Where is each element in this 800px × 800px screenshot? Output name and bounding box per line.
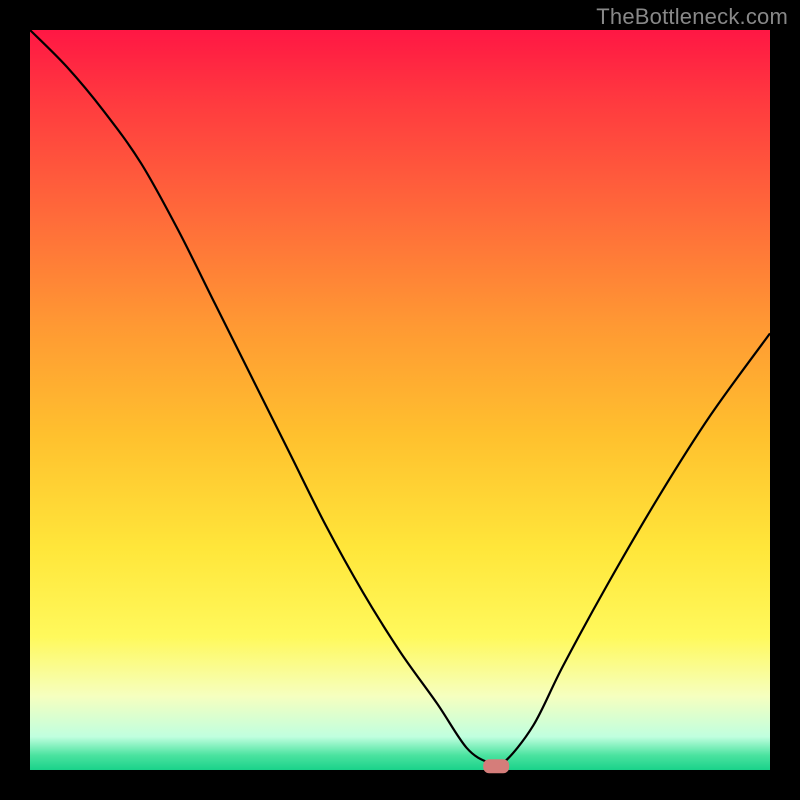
watermark-text: TheBottleneck.com	[596, 4, 788, 30]
plot-gradient-background	[30, 30, 770, 770]
optimum-marker	[483, 759, 509, 773]
bottleneck-chart: TheBottleneck.com	[0, 0, 800, 800]
chart-svg	[0, 0, 800, 800]
